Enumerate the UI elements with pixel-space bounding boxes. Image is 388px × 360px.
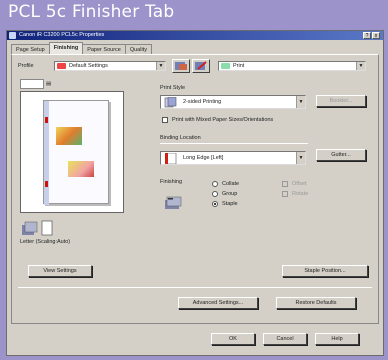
page-preview — [20, 91, 124, 213]
output-method-value: Print — [233, 63, 245, 69]
tab-quality[interactable]: Quality — [124, 44, 152, 54]
mixed-sizes-label: Print with Mixed Paper Sizes/Orientation… — [172, 117, 274, 123]
binding-location-select[interactable]: Long Edge [Left] ▼ — [160, 151, 306, 165]
cancel-button[interactable]: Cancel — [263, 333, 307, 345]
window-titlebar: Canon iR C3200 PCL5c Properties ? x — [7, 31, 383, 40]
gutter-button[interactable]: Gutter... — [316, 149, 366, 161]
help-button[interactable]: Help — [315, 333, 359, 345]
profile-label: Profile — [18, 63, 34, 69]
staple-radio[interactable] — [212, 201, 218, 207]
printer-properties-dialog: Canon iR C3200 PCL5c Properties ? x Page… — [6, 30, 384, 356]
preview-toggle-icon[interactable]: ▤ — [46, 81, 51, 87]
finishing-label: Finishing — [160, 179, 183, 185]
print-style-value: 2-sided Printing — [183, 99, 222, 105]
chevron-down-icon: ▼ — [356, 62, 365, 70]
profile-select[interactable]: Default Settings ▼ — [54, 61, 166, 71]
group-label: Group — [222, 191, 238, 197]
collate-label: Collate — [222, 181, 240, 187]
mixed-sizes-checkbox[interactable] — [162, 117, 168, 123]
booklet-button[interactable]: Booklet... — [316, 95, 366, 107]
view-settings-button[interactable]: View Settings — [28, 265, 92, 277]
printer-icon — [221, 63, 230, 69]
binding-location-value: Long Edge [Left] — [183, 155, 224, 161]
profile-icon — [57, 63, 66, 69]
advanced-settings-button[interactable]: Advanced Settings... — [178, 297, 258, 309]
print-style-select[interactable]: 2-sided Printing ▼ — [160, 95, 306, 109]
window-title: Canon iR C3200 PCL5c Properties — [19, 32, 105, 38]
staple-icon — [165, 196, 182, 209]
printer-app-icon — [9, 32, 16, 39]
finishing-panel: Profile Default Settings ▼ Print ▼ ▤ Let… — [11, 54, 379, 324]
page-layout-icon — [20, 79, 44, 89]
group-radio[interactable] — [212, 191, 218, 197]
chevron-down-icon: ▼ — [296, 152, 305, 164]
preview-image-1 — [56, 127, 82, 145]
close-window-button[interactable]: x — [372, 32, 380, 39]
offset-checkbox[interactable] — [282, 181, 288, 187]
edit-profile-button[interactable] — [192, 59, 210, 73]
restore-defaults-button[interactable]: Restore Defaults — [276, 297, 356, 309]
add-profile-icon — [175, 62, 187, 70]
preview-page — [43, 100, 109, 205]
paper-stack-icon — [22, 220, 53, 236]
rotate-checkbox[interactable] — [282, 191, 288, 197]
bottom-divider — [18, 287, 372, 288]
rotate-label: Rotate — [292, 191, 309, 197]
add-profile-button[interactable] — [172, 59, 190, 73]
binding-edge-icon — [165, 153, 177, 164]
staple-mark-bottom — [45, 181, 48, 187]
collate-radio[interactable] — [212, 181, 218, 187]
tab-page-setup[interactable]: Page Setup — [11, 44, 50, 54]
tab-paper-source[interactable]: Paper Source — [82, 44, 126, 54]
staple-position-button[interactable]: Staple Position... — [282, 265, 368, 277]
binding-location-label: Binding Location — [160, 135, 201, 141]
ok-button[interactable]: OK — [211, 333, 255, 345]
binding-divider — [160, 143, 308, 144]
offset-label: Offset — [292, 181, 307, 187]
frame-title: PCL 5c Finisher Tab — [8, 2, 175, 22]
duplex-icon — [164, 97, 177, 108]
preview-caption: Letter (Scaling:Auto) — [20, 239, 71, 245]
help-window-button[interactable]: ? — [363, 32, 371, 39]
print-style-label: Print Style — [160, 85, 186, 91]
tab-finishing[interactable]: Finishing — [48, 42, 84, 54]
chevron-down-icon: ▼ — [156, 62, 165, 70]
chevron-down-icon: ▼ — [296, 96, 305, 108]
staple-mark-top — [45, 117, 48, 123]
output-method-select[interactable]: Print ▼ — [218, 61, 366, 71]
profile-value: Default Settings — [69, 63, 108, 69]
edit-profile-icon — [195, 61, 207, 70]
tab-bar: Page Setup Finishing Paper Source Qualit… — [11, 42, 152, 54]
staple-label: Staple — [222, 201, 238, 207]
preview-image-2 — [68, 161, 94, 177]
